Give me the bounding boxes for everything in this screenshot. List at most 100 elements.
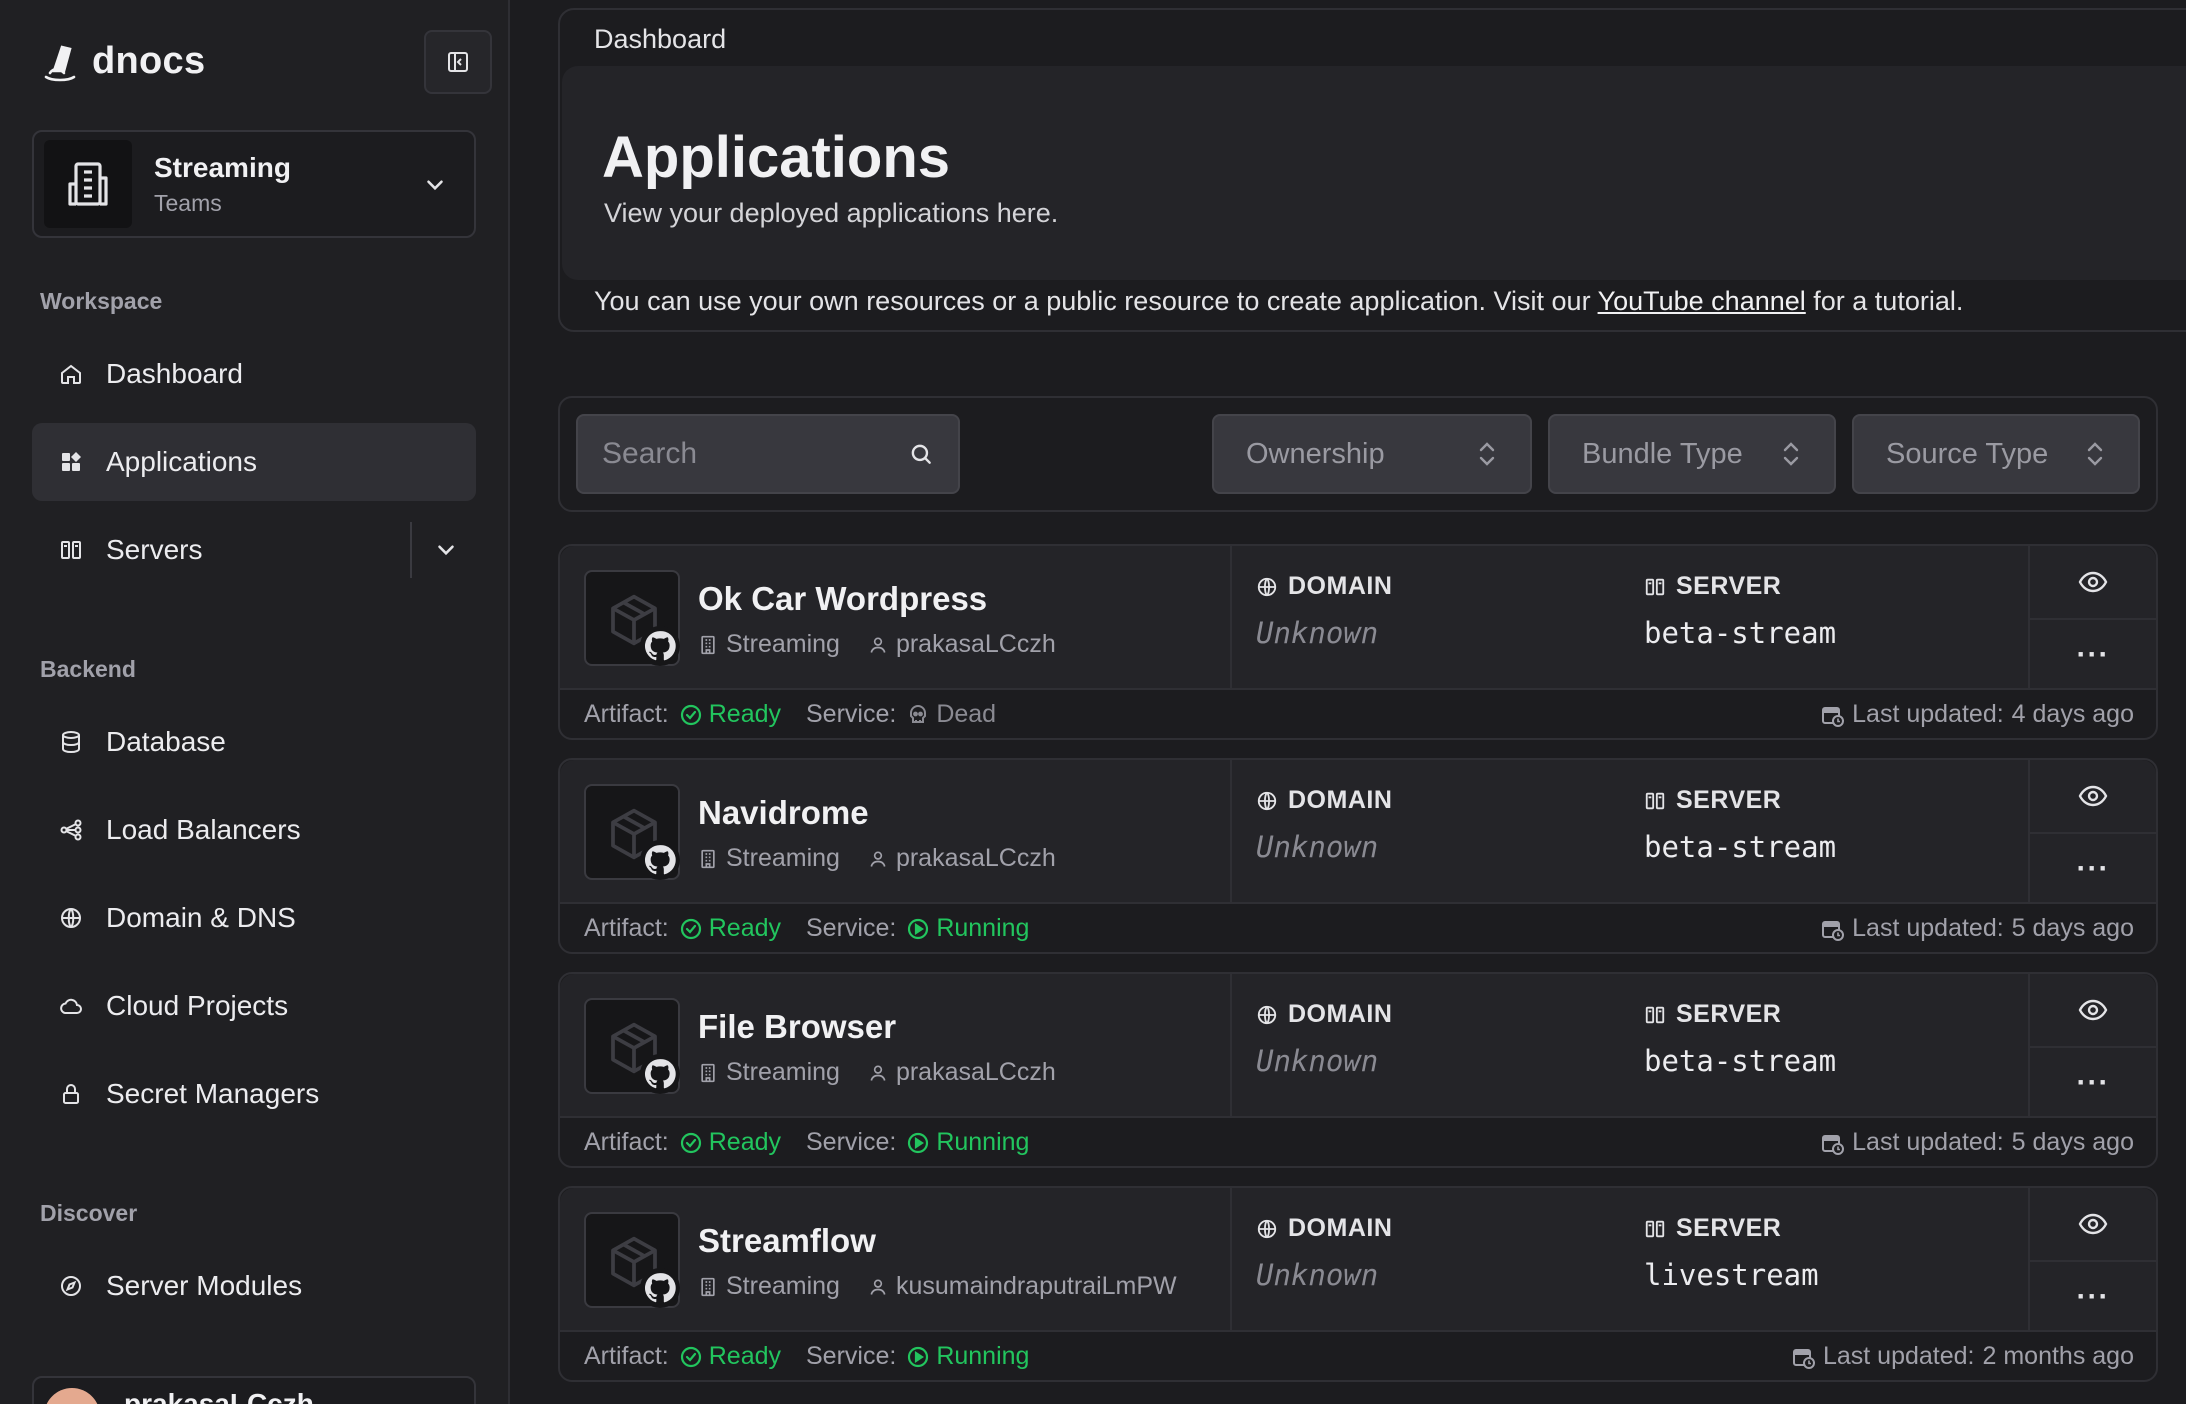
page-title: Applications <box>602 125 951 190</box>
chevrons-up-down-icon <box>2084 440 2106 468</box>
app-team: Streaming <box>726 1272 840 1300</box>
app-server[interactable]: beta-stream <box>1644 616 1836 650</box>
sidebar-item-cloud-projects[interactable]: Cloud Projects <box>32 967 476 1045</box>
app-name[interactable]: Streamflow <box>698 1222 876 1260</box>
sidebar-item-secret-managers[interactable]: Secret Managers <box>32 1055 476 1133</box>
search-icon <box>908 441 934 467</box>
youtube-channel-link[interactable]: YouTube channel <box>1598 286 1806 316</box>
service-status: Service: Running <box>806 1342 1030 1370</box>
cloud-icon <box>56 994 86 1018</box>
sidebar-item-label: Cloud Projects <box>106 990 289 1021</box>
grid-icon <box>56 450 86 474</box>
app-server[interactable]: livestream <box>1644 1258 1819 1292</box>
chevrons-up-down-icon <box>1476 440 1498 468</box>
logo[interactable]: dnocs <box>40 40 205 83</box>
section-backend: Backend <box>40 656 136 682</box>
application-card[interactable]: Navidrome Streaming prakasaLCczh DOMAIN <box>558 758 2158 954</box>
app-server[interactable]: beta-stream <box>1644 830 1836 864</box>
chevrons-up-down-icon <box>1780 440 1802 468</box>
ownership-select[interactable]: Ownership <box>1212 414 1532 494</box>
sidebar-item-server-modules[interactable]: Server Modules <box>32 1247 476 1325</box>
page-subtitle: View your deployed applications here. <box>604 198 1059 228</box>
section-workspace: Workspace <box>40 288 163 314</box>
ellipsis-icon: ··· <box>2076 1280 2110 1313</box>
check-circle-icon <box>679 1345 703 1369</box>
servers-expand-button[interactable] <box>410 522 480 578</box>
sidebar-item-domain-dns[interactable]: Domain & DNS <box>32 879 476 957</box>
header-hero: Applications View your deployed applicat… <box>562 66 2186 280</box>
github-icon <box>640 840 680 880</box>
app-status-row: Artifact: Ready Service: Running Last up… <box>584 1128 2134 1158</box>
play-circle-icon <box>906 1131 930 1155</box>
source-type-select[interactable]: Source Type <box>1852 414 2140 494</box>
app-domain: Unknown <box>1256 1044 1379 1078</box>
sidebar-item-database[interactable]: Database <box>32 703 476 781</box>
user-menu[interactable]: prakasaLCczh <box>32 1376 476 1404</box>
app-team: Streaming <box>726 844 840 872</box>
building-icon <box>698 1062 718 1084</box>
network-icon <box>56 818 86 842</box>
artifact-status: Artifact: Ready <box>584 1342 782 1370</box>
eye-icon <box>2078 1212 2108 1236</box>
team-switcher[interactable]: Streaming Teams <box>32 130 476 238</box>
app-thumbnail <box>584 1212 680 1308</box>
app-root: dnocs Streaming Teams Workspace Dashboar… <box>0 0 2186 1404</box>
sidebar-item-applications[interactable]: Applications <box>32 423 476 501</box>
last-updated: Last updated: 2 months ago <box>1791 1342 2134 1371</box>
sidebar-item-dashboard[interactable]: Dashboard <box>32 335 476 413</box>
application-card[interactable]: File Browser Streaming prakasaLCczh DOMA… <box>558 972 2158 1168</box>
calendar-icon <box>1791 1345 1815 1369</box>
app-thumbnail <box>584 998 680 1094</box>
check-circle-icon <box>679 917 703 941</box>
search-input[interactable]: Search <box>576 414 960 494</box>
view-button[interactable] <box>2030 760 2156 832</box>
app-name[interactable]: File Browser <box>698 1008 896 1046</box>
view-button[interactable] <box>2030 974 2156 1046</box>
team-type: Teams <box>154 189 222 216</box>
sidebar-item-label: Database <box>106 726 226 757</box>
sidebar-item-label: Domain & DNS <box>106 902 296 933</box>
application-card[interactable]: Streamflow Streaming kusumaindraputraiLm… <box>558 1186 2158 1382</box>
section-discover: Discover <box>40 1200 138 1226</box>
eye-icon <box>2078 570 2108 594</box>
artifact-status: Artifact: Ready <box>584 700 782 728</box>
app-domain: Unknown <box>1256 1258 1379 1292</box>
source-type-label: Source Type <box>1886 437 2049 470</box>
check-circle-icon <box>679 1131 703 1155</box>
ellipsis-icon: ··· <box>2076 1066 2110 1099</box>
more-actions-button[interactable]: ··· <box>2030 1046 2156 1118</box>
github-icon <box>640 1054 680 1094</box>
app-name[interactable]: Ok Car Wordpress <box>698 580 987 618</box>
application-card-header: Navidrome Streaming prakasaLCczh DOMAIN <box>560 760 2156 904</box>
sidebar-item-load-balancers[interactable]: Load Balancers <box>32 791 476 869</box>
more-actions-button[interactable]: ··· <box>2030 618 2156 690</box>
app-owner: kusumaindraputraiLmPW <box>895 1272 1177 1300</box>
globe-icon <box>1256 1218 1278 1240</box>
application-card[interactable]: Ok Car Wordpress Streaming prakasaLCczh … <box>558 544 2158 740</box>
sidebar-toggle-button[interactable] <box>424 30 492 94</box>
more-actions-button[interactable]: ··· <box>2030 1260 2156 1332</box>
more-actions-button[interactable]: ··· <box>2030 832 2156 904</box>
app-owner: prakasaLCczh <box>895 844 1056 872</box>
last-updated: Last updated: 4 days ago <box>1820 700 2134 729</box>
eye-icon <box>2078 784 2108 808</box>
app-domain: Unknown <box>1256 616 1379 650</box>
home-icon <box>56 362 86 386</box>
service-status: Service: Running <box>806 914 1030 942</box>
view-button[interactable] <box>2030 546 2156 618</box>
chevron-down-icon <box>433 537 459 563</box>
building-icon <box>698 634 718 656</box>
view-button[interactable] <box>2030 1188 2156 1260</box>
database-icon <box>56 730 86 754</box>
globe-icon <box>1256 1004 1278 1026</box>
check-circle-icon <box>679 703 703 727</box>
app-meta: Streaming prakasaLCczh <box>698 844 1056 873</box>
bundle-type-label: Bundle Type <box>1582 437 1743 470</box>
app-server[interactable]: beta-stream <box>1644 1044 1836 1078</box>
bundle-type-select[interactable]: Bundle Type <box>1548 414 1836 494</box>
app-actions: ··· <box>2030 760 2156 904</box>
app-name[interactable]: Navidrome <box>698 794 869 832</box>
breadcrumb[interactable]: Dashboard <box>594 24 726 55</box>
service-status: Service: Dead <box>806 700 997 728</box>
calendar-icon <box>1820 917 1845 941</box>
